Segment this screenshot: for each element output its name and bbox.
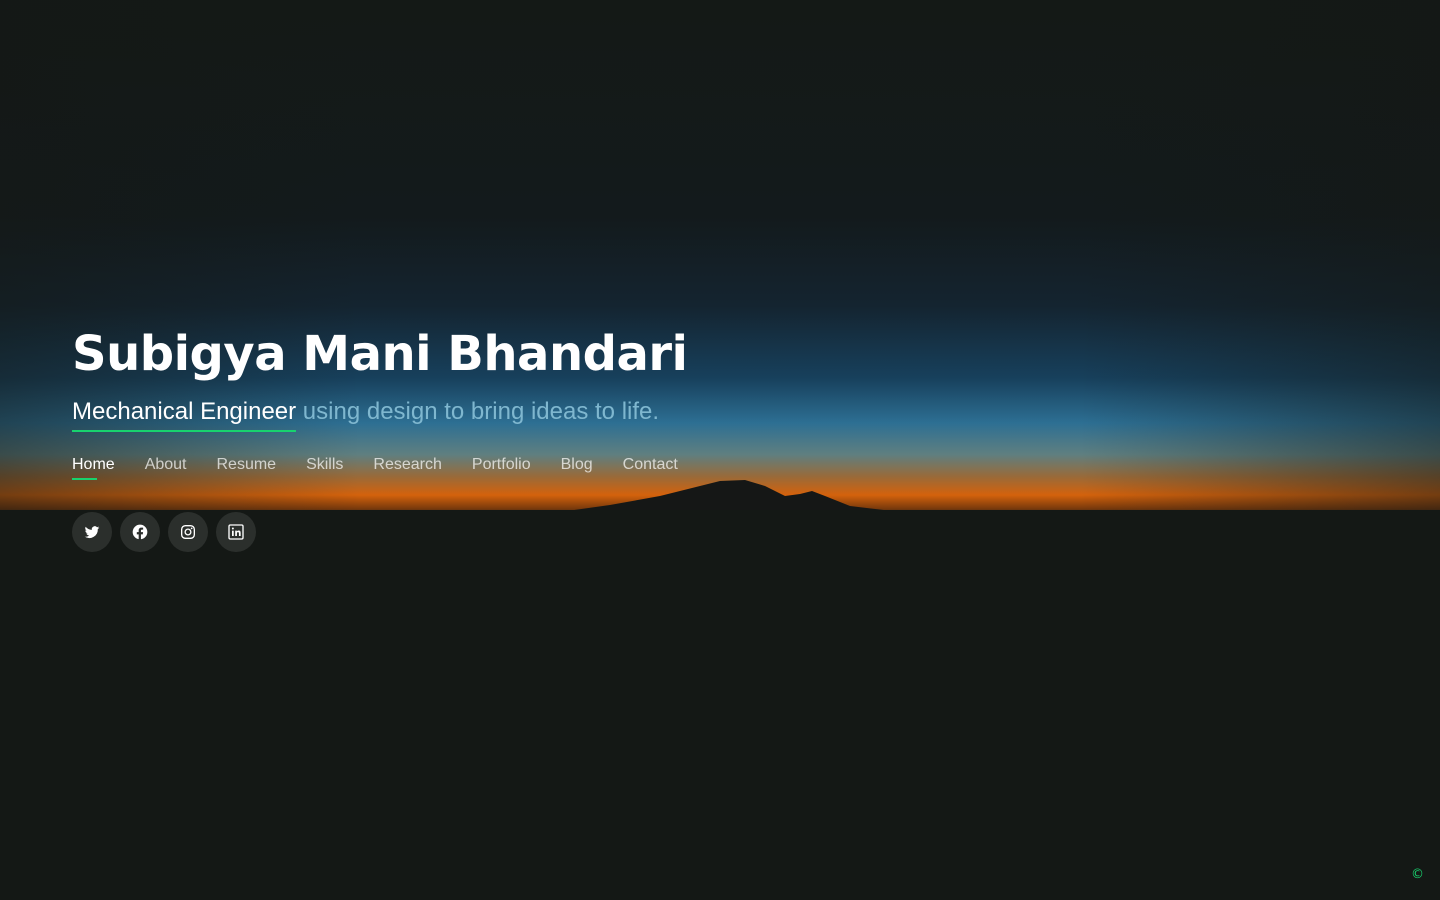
hero-name: Subigya Mani Bhandari xyxy=(72,326,688,382)
copyright-mark: © xyxy=(1411,867,1424,882)
instagram-icon xyxy=(181,525,195,539)
tagline-text: using design to bring ideas to life. xyxy=(296,398,660,425)
nav-skills[interactable]: Skills xyxy=(306,456,343,480)
nav-portfolio[interactable]: Portfolio xyxy=(472,456,531,480)
hero-section: Subigya Mani Bhandari Mechanical Enginee… xyxy=(0,0,1440,900)
twitter-button[interactable] xyxy=(72,512,112,552)
social-links xyxy=(72,512,972,552)
linkedin-button[interactable] xyxy=(216,512,256,552)
hero-tagline: Mechanical Engineer using design to brin… xyxy=(72,396,972,432)
facebook-icon xyxy=(132,524,148,540)
nav-research[interactable]: Research xyxy=(373,456,441,480)
nav-blog[interactable]: Blog xyxy=(561,456,593,480)
nav-home[interactable]: Home xyxy=(72,456,115,480)
instagram-button[interactable] xyxy=(168,512,208,552)
typed-role: Mechanical Engineer xyxy=(72,396,297,432)
twitter-icon xyxy=(84,526,100,539)
nav-about[interactable]: About xyxy=(145,456,187,480)
main-nav: Home About Resume Skills Research Portfo… xyxy=(72,456,972,480)
nav-resume[interactable]: Resume xyxy=(217,456,277,480)
linkedin-icon xyxy=(228,524,244,540)
nav-contact[interactable]: Contact xyxy=(623,456,678,480)
hero-content: Subigya Mani Bhandari Mechanical Enginee… xyxy=(72,322,972,552)
facebook-button[interactable] xyxy=(120,512,160,552)
